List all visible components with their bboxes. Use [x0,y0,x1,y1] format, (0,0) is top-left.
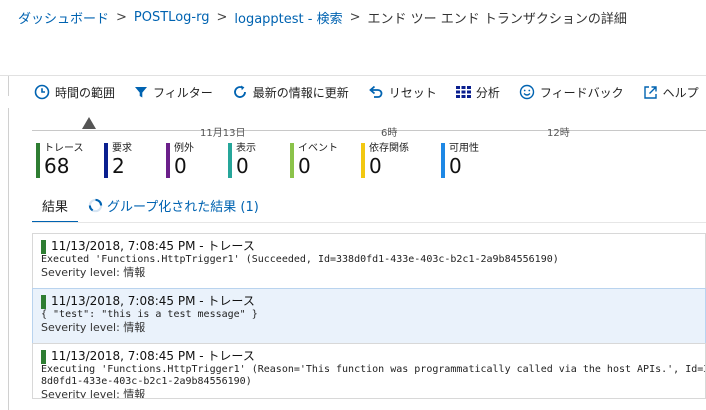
list-item-header: 11/13/2018, 7:08:45 PM - トレース [41,294,705,309]
filter-label: フィルター [153,85,213,100]
metric-value: 0 [174,154,187,178]
list-item-message: { "test": "this is a test message" } [41,309,258,320]
timeline-axis [32,130,706,131]
list-item-message: Executed 'Functions.HttpTrigger1' (Succe… [41,254,559,265]
list-item-header: 11/13/2018, 7:08:45 PM - トレース [41,349,705,364]
metric-value: 2 [112,154,125,178]
metric-exceptions[interactable]: 例外 0 [166,143,194,178]
external-link-icon [643,85,657,99]
filter-icon [135,87,148,98]
tab-grouped-results[interactable]: グループ化された結果 (1) [78,192,269,221]
feedback-label: フィードバック [539,85,624,100]
pane-divider [8,108,9,410]
metric-value: 0 [298,154,311,178]
tab-results[interactable]: 結果 [32,192,79,223]
command-bar: 時間の範囲 フィルター 最新の情報に更新 リセット 分析 フィードバック ヘルプ [0,76,706,108]
metric-value: 0 [369,154,382,178]
metric-dependencies[interactable]: 依存関係 0 [361,143,409,178]
timeline-tick: 12時 [547,128,570,139]
list-item[interactable]: 11/13/2018, 7:08:45 PM - トレース Executed '… [32,233,706,289]
tabs-divider [32,222,706,223]
metric-value: 0 [449,154,462,178]
metric-traces[interactable]: トレース 68 [36,143,84,178]
breadcrumb-current: エンド ツー エンド トランザクションの詳細 [367,11,627,27]
list-item-title: 11/13/2018, 7:08:45 PM - トレース [51,239,255,253]
smiley-icon [519,84,535,100]
timeline-tick: 6時 [381,128,398,139]
results-list: 11/13/2018, 7:08:45 PM - トレース Executed '… [32,233,706,399]
time-range-label: 時間の範囲 [55,85,116,100]
analytics-label: 分析 [475,85,500,100]
help-button[interactable]: ヘルプ [643,84,699,101]
metric-page-views[interactable]: 表示 0 [228,143,256,178]
metric-requests[interactable]: 要求 2 [104,143,132,178]
reset-label: リセット [388,85,437,100]
breadcrumb-search[interactable]: logapptest - 検索 [234,8,342,27]
time-range-button[interactable]: 時間の範囲 [34,84,115,101]
list-item-severity: Severity level: 情報 [41,321,146,334]
timeline-marker-icon[interactable] [82,117,96,129]
refresh-label: 最新の情報に更新 [252,85,349,100]
trace-indicator [41,349,46,364]
list-item[interactable]: 11/13/2018, 7:08:45 PM - トレース { "test": … [32,288,706,344]
timeline-tick: 11月13日 [200,128,246,139]
breadcrumb: ダッシュボード > POSTLog-rg > logapptest - 検索 >… [0,0,706,34]
trace-indicator [41,294,46,309]
timeline[interactable]: 11月13日 6時 12時 [32,108,706,139]
grid-icon [455,86,471,98]
undo-icon [368,85,383,98]
breadcrumb-separator: > [216,9,228,25]
metric-events[interactable]: イベント 0 [290,143,338,178]
results-tabs: 結果 グループ化された結果 (1) [32,192,269,223]
breadcrumb-separator: > [116,9,127,25]
list-item-header: 11/13/2018, 7:08:45 PM - トレース [41,239,705,254]
trace-indicator [41,239,46,254]
metric-availability[interactable]: 可用性 0 [441,143,479,178]
filter-button[interactable]: フィルター [134,84,213,101]
metric-value: 68 [44,154,70,178]
tab-grouped-label: グループ化された結果 (1) [107,200,259,215]
refresh-icon [233,85,246,98]
breadcrumb-dashboard[interactable]: ダッシュボード [18,8,109,27]
reset-button[interactable]: リセット [368,84,437,101]
analytics-button[interactable]: 分析 [455,84,500,101]
list-item-title: 11/13/2018, 7:08:45 PM - トレース [51,294,255,308]
pane-divider [8,76,9,96]
list-item-title: 11/13/2018, 7:08:45 PM - トレース [51,349,255,363]
feedback-button[interactable]: フィードバック [519,84,624,101]
refresh-button[interactable]: 最新の情報に更新 [232,84,349,101]
clock-icon [34,84,50,100]
list-item-severity: Severity level: 情報 [41,388,146,399]
blade-header [0,34,706,76]
help-label: ヘルプ [662,85,699,100]
list-item-message: Executing 'Functions.HttpTrigger1' (Reas… [41,364,706,387]
metric-value: 0 [236,154,249,178]
loading-spinner-icon [88,198,103,213]
breadcrumb-resource-group[interactable]: POSTLog-rg [134,10,210,25]
list-item-severity: Severity level: 情報 [41,266,146,279]
list-item[interactable]: 11/13/2018, 7:08:45 PM - トレース Executing … [32,343,706,399]
breadcrumb-separator: > [349,9,361,25]
